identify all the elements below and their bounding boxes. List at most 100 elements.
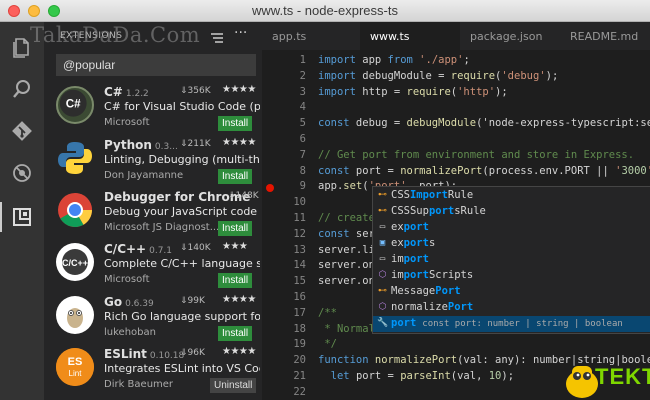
code-line[interactable]: server.on xyxy=(318,275,375,287)
code-line[interactable]: server.li xyxy=(318,244,375,256)
extension-name: C# 1.2.2 xyxy=(104,85,149,99)
code-line[interactable]: const port = normalizePort(process.env.P… xyxy=(318,165,650,177)
svg-text:Lint: Lint xyxy=(69,369,83,378)
extension-item-debugger-for-chrome[interactable]: Debugger for Chrome ⇓148K Debug your Jav… xyxy=(44,187,262,239)
tab-app-ts[interactable]: app.ts xyxy=(262,22,360,50)
suggestion-label: port const port: number | string | boolea… xyxy=(391,317,623,329)
tab-readme-md[interactable]: README.md xyxy=(560,22,650,50)
code-line[interactable]: const debug = debugModule('node-express-… xyxy=(318,117,650,129)
line-number: 14 xyxy=(293,259,306,272)
rating-stars: ★★★★ xyxy=(222,137,256,148)
suggestion-item[interactable]: ▣ exports xyxy=(373,236,650,252)
extension-author: Dirk Baeumer xyxy=(104,379,174,390)
more-actions-icon[interactable]: ··· xyxy=(234,25,247,41)
install-button[interactable]: Install xyxy=(218,326,253,341)
download-count: ⇓140K xyxy=(180,243,211,253)
line-number: 15 xyxy=(293,275,306,288)
code-line[interactable]: */ xyxy=(318,338,337,350)
line-number: 16 xyxy=(293,291,306,303)
suggestion-label: normalizePort xyxy=(391,301,474,313)
activity-bar xyxy=(0,22,44,400)
line-number: 8 xyxy=(299,164,306,177)
editor-tabs: app.ts www.ts package.json README.md xyxy=(262,22,650,50)
suggestion-item[interactable]: ▭ import xyxy=(373,252,650,268)
extension-item-eslint[interactable]: ES Lint ESLint 0.10.18 ⇓96K ★★★★ Integrate… xyxy=(44,344,262,396)
sidebar-header: EXTENSIONS TakaDaDa.Com ··· xyxy=(30,22,262,50)
line-number: 19 xyxy=(293,338,306,351)
line-number: 20 xyxy=(293,354,306,367)
rating-stars: ★★★ xyxy=(222,241,248,252)
suggestion-item[interactable]: ⬡ importScripts xyxy=(373,268,650,284)
install-button[interactable]: Install xyxy=(218,169,253,184)
line-number: 6 xyxy=(299,133,306,145)
extension-description: Rich Go language support fo... xyxy=(104,310,260,323)
suggestion-label: CSSImportRule xyxy=(391,189,474,201)
extension-item-cpp[interactable]: C/C++ C/C++ 0.7.1 ⇓140K ★★★ Complete C/C+… xyxy=(44,239,262,291)
debug-icon[interactable] xyxy=(11,162,33,184)
install-button[interactable]: Install xyxy=(218,221,253,236)
title-bar: www.ts - node-express-ts xyxy=(0,0,650,22)
filter-menu-icon[interactable] xyxy=(210,29,224,43)
install-button[interactable]: Install xyxy=(218,273,253,288)
suggestion-item[interactable]: ⊷ CSSImportRule xyxy=(373,188,650,204)
code-line[interactable]: import http = require('http'); xyxy=(318,86,508,98)
suggestion-label: import xyxy=(391,253,429,265)
suggestion-label: exports xyxy=(391,237,436,249)
wrench-icon: 🔧 xyxy=(377,318,389,328)
watermark: TakaDaDa.Com xyxy=(30,23,201,47)
extension-author: Microsoft JS Diagnost... xyxy=(104,222,220,233)
search-icon[interactable] xyxy=(11,78,33,100)
code-line[interactable]: server.on xyxy=(318,259,375,271)
extension-description: Linting, Debugging (multi-thr... xyxy=(104,153,260,166)
line-number: 22 xyxy=(293,385,306,398)
suggest-widget[interactable]: ⊷ CSSImportRule ⊷ CSSSupportsRule ▭ export ▣ ex… xyxy=(372,186,650,334)
line-number: 2 xyxy=(299,69,306,82)
uninstall-button[interactable]: Uninstall xyxy=(210,378,257,393)
chrome-logo-icon xyxy=(56,191,94,229)
install-button[interactable]: Install xyxy=(218,116,253,131)
suggestion-item[interactable]: ⊷ CSSSupportsRule xyxy=(373,204,650,220)
extension-item-csharp[interactable]: C# C# 1.2.2 ⇓356K ★★★★ C# for Visual Stud… xyxy=(44,82,262,134)
extension-item-python[interactable]: Python 0.3... ⇓211K ★★★★ Linting, Debuggi… xyxy=(44,135,262,187)
line-number: 12 xyxy=(293,227,306,240)
code-line[interactable]: import app from './app'; xyxy=(318,54,470,66)
rating-stars: ★★★★ xyxy=(222,346,256,357)
code-line[interactable]: * Normal xyxy=(318,323,375,335)
suggestion-item[interactable]: 🔧 port const port: number | string | boole… xyxy=(373,316,650,332)
extension-description: Integrates ESLint into VS Code. xyxy=(104,362,260,375)
class-icon: ⊷ xyxy=(378,206,387,216)
line-number: 10 xyxy=(293,196,306,209)
suggestion-label: export xyxy=(391,221,429,233)
extensions-icon[interactable] xyxy=(0,202,33,232)
line-number: 4 xyxy=(299,101,306,114)
line-number: 21 xyxy=(293,370,306,382)
suggestion-item[interactable]: ⊷ MessagePort xyxy=(373,284,650,300)
download-count: ⇓211K xyxy=(180,139,211,149)
python-logo-icon xyxy=(56,139,94,177)
code-editor: app.ts www.ts package.json README.md 1 im… xyxy=(262,22,650,400)
code-line[interactable]: let port = parseInt(val, 10); xyxy=(318,370,514,382)
extension-description: Debug your JavaScript code i... xyxy=(104,205,260,218)
line-number: 1 xyxy=(299,54,306,66)
svg-text:C/C++: C/C++ xyxy=(62,258,88,268)
code-line[interactable]: import debugModule = require('debug'); xyxy=(318,70,558,82)
tab-www-ts[interactable]: www.ts xyxy=(360,22,460,50)
tab-package-json[interactable]: package.json xyxy=(460,22,560,50)
extension-item-go[interactable]: Go 0.6.39 ⇓99K ★★★★ Rich Go language supp… xyxy=(44,292,262,344)
git-icon[interactable] xyxy=(11,120,33,142)
code-line[interactable]: const ser xyxy=(318,228,375,240)
function-icon: ⬡ xyxy=(378,270,387,280)
rating-stars: ★★★★ xyxy=(222,294,256,305)
go-gopher-logo-icon xyxy=(56,296,94,334)
code-line[interactable]: // create xyxy=(318,212,375,224)
code-line[interactable]: /** xyxy=(318,307,337,319)
extension-search-input[interactable]: @popular xyxy=(56,54,256,76)
extension-description: Complete C/C++ language su... xyxy=(104,257,260,270)
extension-author: Microsoft xyxy=(104,274,150,285)
extension-author: lukehoban xyxy=(104,327,156,338)
extension-name: C/C++ 0.7.1 xyxy=(104,242,173,256)
suggestion-item[interactable]: ⬡ normalizePort xyxy=(373,300,650,316)
code-line[interactable]: // Get port from environment and store i… xyxy=(318,149,634,161)
extension-name: Python 0.3... xyxy=(104,138,178,152)
suggestion-item[interactable]: ▭ export xyxy=(373,220,650,236)
